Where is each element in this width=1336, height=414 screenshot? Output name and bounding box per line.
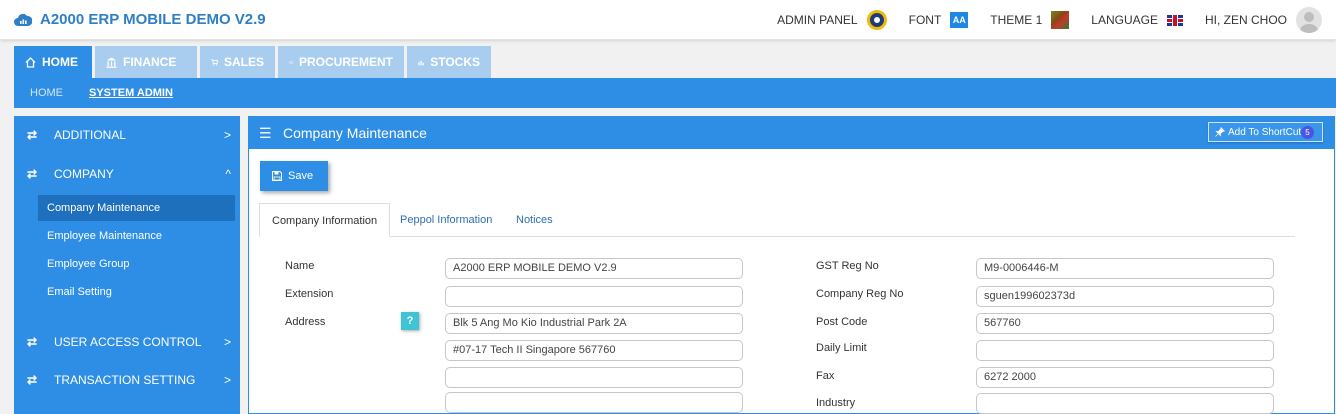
pin-icon (1215, 127, 1225, 137)
admin-panel-link[interactable]: ADMIN PANEL (777, 10, 887, 30)
address-line-4-field[interactable] (445, 392, 743, 413)
font-size-icon: AA (950, 12, 969, 28)
post-code-label: Post Code (816, 316, 868, 328)
main-panel: ☰ Company Maintenance Add To ShortCut 5 … (248, 116, 1335, 414)
swap-icon: ⇄ (27, 128, 38, 142)
extension-label: Extension (285, 288, 334, 300)
chevron-right-icon: > (223, 335, 231, 349)
admin-panel-label: ADMIN PANEL (777, 13, 858, 27)
tab-sales[interactable]: SALES (200, 46, 275, 78)
name-field[interactable]: A2000 ERP MOBILE DEMO V2.9 (445, 258, 743, 279)
sidebar-item-employee-maintenance[interactable]: Employee Maintenance (38, 223, 235, 249)
avatar (1296, 7, 1322, 33)
cloud-chart-icon (14, 13, 32, 26)
sidebar-item-email-setting[interactable]: Email Setting (38, 279, 235, 305)
panel-header: ☰ Company Maintenance Add To ShortCut 5 (249, 117, 1334, 149)
gst-reg-no-label: GST Reg No (816, 260, 879, 272)
tab-home-label: HOME (42, 55, 78, 69)
company-reg-no-label: Company Reg No (816, 288, 904, 300)
bar-chart-icon (418, 60, 424, 65)
page-title: Company Maintenance (283, 125, 427, 141)
swap-icon: ⇄ (27, 335, 38, 349)
tab-procurement-label: PROCUREMENT (298, 55, 393, 69)
floppy-disk-icon (272, 171, 282, 181)
hamburger-menu-icon[interactable]: ☰ (259, 125, 272, 142)
tab-sales-label: SALES (223, 55, 264, 69)
chevron-right-icon: > (223, 128, 231, 142)
company-reg-no-field[interactable]: sguen199602373d (976, 286, 1274, 307)
swap-icon: ⇄ (27, 167, 38, 181)
tab-stocks[interactable]: STOCKS (407, 46, 491, 78)
user-menu[interactable]: HI, ZEN CHOO (1205, 7, 1322, 33)
fax-field[interactable]: 6272 2000 (976, 367, 1274, 388)
sidebar-section-company[interactable]: ⇄ COMPANY ^ (14, 156, 240, 192)
breadcrumb: HOME SYSTEM ADMIN (14, 78, 1336, 108)
address-line-3-field[interactable] (445, 367, 743, 388)
industry-label: Industry (816, 397, 856, 409)
tab-home[interactable]: HOME (14, 46, 92, 78)
font-label: FONT (908, 13, 942, 27)
chevron-right-icon: > (223, 373, 231, 387)
sidebar-item-employee-group[interactable]: Employee Group (38, 251, 235, 277)
tab-finance[interactable]: FINANCE (95, 46, 197, 78)
address-line-2-field[interactable]: #07-17 Tech II Singapore 567760 (445, 340, 743, 361)
sidebar-section-label: TRANSACTION SETTING (54, 373, 196, 387)
app-title: A2000 ERP MOBILE DEMO V2.9 (40, 11, 266, 28)
name-label: Name (285, 260, 315, 272)
app-brand[interactable]: A2000 ERP MOBILE DEMO V2.9 (14, 11, 266, 28)
tab-company-information[interactable]: Company Information (259, 203, 391, 237)
uk-flag-icon (1166, 14, 1183, 26)
daily-limit-label: Daily Limit (816, 342, 867, 354)
form-tabs: Company Information Peppol Information N… (259, 203, 1295, 237)
save-label: Save (288, 170, 314, 182)
megaphone-icon (289, 60, 293, 64)
tab-finance-label: FINANCE (123, 55, 177, 69)
home-icon (25, 56, 36, 68)
theme-label: THEME 1 (990, 13, 1043, 27)
shortcut-count-badge: 5 (1301, 126, 1314, 139)
address-line-1-field[interactable]: Blk 5 Ang Mo Kio Industrial Park 2A (445, 313, 743, 334)
sidebar-item-company-maintenance[interactable]: Company Maintenance (38, 195, 235, 221)
daily-limit-field[interactable] (976, 340, 1274, 361)
tab-peppol-information[interactable]: Peppol Information (400, 203, 492, 237)
extension-field[interactable] (445, 286, 743, 307)
post-code-field[interactable]: 567760 (976, 313, 1274, 334)
sidebar-section-label: COMPANY (54, 167, 114, 181)
top-header: A2000 ERP MOBILE DEMO V2.9 ADMIN PANEL F… (0, 0, 1336, 40)
language-label: LANGUAGE (1091, 13, 1158, 27)
bank-icon (106, 57, 117, 68)
tab-notices[interactable]: Notices (516, 203, 553, 237)
sidebar-section-transaction-setting[interactable]: ⇄ TRANSACTION SETTING > (14, 362, 240, 398)
module-tabs: HOME FINANCE SALES PROCUREMENT STOCKS (14, 46, 1336, 78)
user-greeting: HI, ZEN CHOO (1204, 13, 1287, 27)
add-to-shortcut-button[interactable]: Add To ShortCut 5 (1208, 122, 1323, 142)
industry-field[interactable] (976, 393, 1274, 414)
sidebar-section-label: ADDITIONAL (54, 128, 127, 142)
address-label: Address (285, 316, 326, 328)
sidebar: ⇄ ADDITIONAL > ⇄ COMPANY ^ Company Maint… (14, 116, 240, 414)
tab-procurement[interactable]: PROCUREMENT (278, 46, 404, 78)
swap-icon: ⇄ (27, 373, 38, 387)
language-link[interactable]: LANGUAGE (1091, 13, 1183, 27)
tab-stocks-label: STOCKS (430, 55, 480, 69)
theme-link[interactable]: THEME 1 (990, 11, 1070, 29)
fax-label: Fax (816, 370, 835, 382)
help-icon[interactable]: ? (401, 312, 419, 330)
breadcrumb-home[interactable]: HOME (30, 78, 63, 108)
header-actions: ADMIN PANEL FONT AA THEME 1 LANGUAGE HI,… (765, 0, 1322, 40)
add-to-shortcut-label: Add To ShortCut (1228, 126, 1302, 138)
admin-badge-icon (866, 10, 887, 30)
breadcrumb-system-admin[interactable]: SYSTEM ADMIN (89, 78, 173, 108)
chevron-up-icon: ^ (225, 167, 231, 181)
gst-reg-no-field[interactable]: M9-0006446-M (976, 258, 1274, 279)
sidebar-section-label: USER ACCESS CONTROL (54, 335, 202, 349)
save-button[interactable]: Save (260, 161, 328, 191)
cart-icon (211, 58, 218, 66)
font-link[interactable]: FONT AA (909, 12, 969, 28)
sidebar-section-user-access-control[interactable]: ⇄ USER ACCESS CONTROL > (14, 324, 240, 360)
theme-swatch-icon (1051, 11, 1070, 29)
sidebar-section-additional[interactable]: ⇄ ADDITIONAL > (14, 117, 240, 153)
